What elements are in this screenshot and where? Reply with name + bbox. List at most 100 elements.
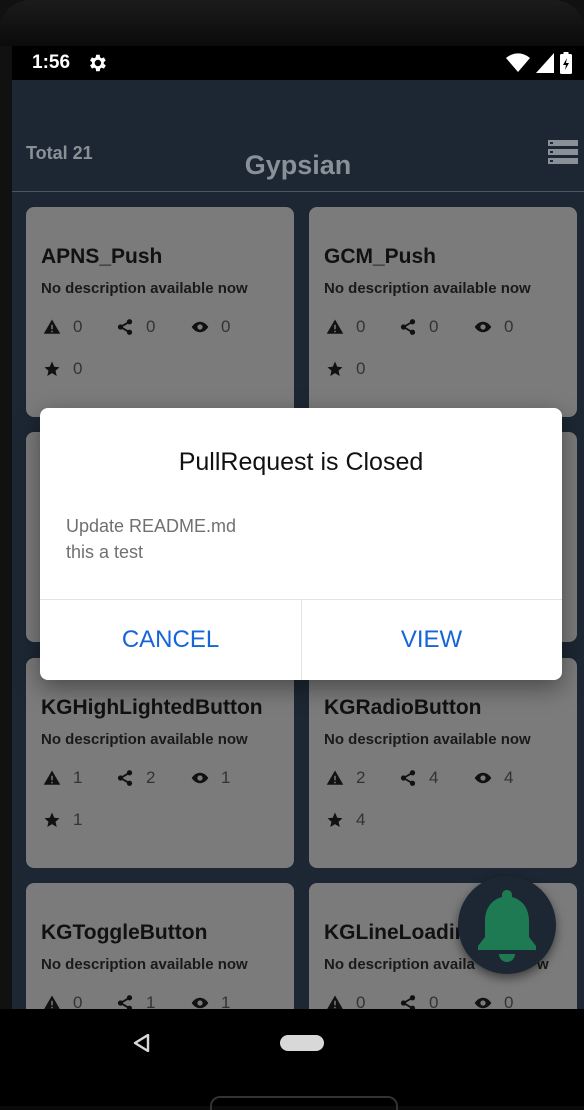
repo-name: APNS_Push — [41, 245, 163, 268]
share-icon — [400, 319, 416, 335]
repo-description: No description available now — [324, 731, 531, 748]
warning-icon — [327, 995, 343, 1009]
stars-stat: 1 — [43, 810, 82, 830]
page-title: Gypsian — [244, 150, 352, 180]
watchers-count: 0 — [221, 317, 231, 336]
eye-icon — [191, 997, 209, 1009]
system-nav-bar — [0, 1009, 584, 1106]
issues-stat: 1 — [43, 768, 82, 788]
pullrequest-dialog: PullRequest is Closed Update README.md t… — [40, 408, 562, 680]
forks-count: 1 — [146, 993, 156, 1009]
issues-count: 1 — [73, 768, 83, 787]
share-icon — [117, 319, 133, 335]
repo-description: No description available now — [41, 731, 248, 748]
dialog-message-line1: Update README.md — [66, 516, 237, 536]
forks-count: 0 — [146, 317, 156, 336]
forks-count: 0 — [429, 317, 439, 336]
issues-stat: 0 — [43, 993, 82, 1009]
watchers-stat: 1 — [191, 768, 230, 788]
eye-icon — [191, 321, 209, 333]
watchers-stat: 0 — [191, 317, 230, 337]
repo-name: KGHighLightedButton — [41, 696, 263, 719]
app-bar: Total 21 Gypsian — [12, 80, 584, 192]
repo-name: KGLineLoadin — [324, 921, 468, 944]
forks-stat: 4 — [399, 768, 438, 788]
repo-description: No description available now — [41, 956, 248, 973]
stars-stat: 0 — [43, 359, 82, 379]
status-bar: 1:56 — [12, 46, 584, 80]
stars-count: 4 — [356, 810, 366, 829]
issues-stat: 0 — [43, 317, 82, 337]
stars-count: 1 — [73, 810, 83, 829]
issues-count: 0 — [73, 993, 83, 1009]
watchers-stat: 1 — [191, 993, 230, 1009]
forks-stat: 0 — [116, 317, 155, 337]
forks-stat: 0 — [399, 317, 438, 337]
dialog-message-line2: this a test — [66, 542, 144, 562]
eye-icon — [474, 772, 492, 784]
repo-card[interactable]: GCM_Push No description available now 0 … — [309, 207, 577, 417]
repo-card[interactable]: KGRadioButton No description available n… — [309, 658, 577, 868]
issues-count: 2 — [356, 768, 366, 787]
list-view-icon[interactable] — [548, 140, 578, 164]
status-time: 1:56 — [32, 52, 71, 73]
battery-icon — [560, 52, 572, 74]
eye-icon — [191, 772, 209, 784]
watchers-count: 0 — [504, 317, 514, 336]
share-icon — [117, 770, 133, 786]
warning-icon — [326, 770, 344, 785]
repo-name: KGToggleButton — [41, 921, 208, 944]
issues-count: 0 — [356, 317, 366, 336]
forks-stat: 2 — [116, 768, 155, 788]
warning-icon — [326, 319, 344, 334]
eye-icon — [474, 321, 492, 333]
forks-stat: 0 — [399, 993, 438, 1009]
watchers-count: 1 — [221, 993, 231, 1009]
status-icons — [506, 52, 572, 74]
back-icon[interactable] — [133, 1034, 151, 1052]
notifications-fab[interactable] — [458, 876, 556, 974]
repo-card[interactable]: APNS_Push No description available now 0… — [26, 207, 294, 417]
repo-card[interactable]: KGToggleButton No description available … — [26, 883, 294, 1009]
issues-stat: 2 — [326, 768, 365, 788]
gear-icon — [90, 54, 106, 72]
forks-count: 2 — [146, 768, 156, 787]
eye-icon — [474, 997, 492, 1009]
star-icon — [327, 361, 343, 376]
view-button[interactable]: VIEW — [301, 600, 562, 680]
watchers-count: 4 — [504, 768, 514, 787]
watchers-count: 1 — [221, 768, 231, 787]
dialog-title: PullRequest is Closed — [178, 448, 424, 476]
stars-stat: 0 — [326, 359, 365, 379]
stars-stat: 4 — [326, 810, 365, 830]
repo-description: No description availa — [324, 956, 475, 973]
repo-card[interactable]: KGHighLightedButton No description avail… — [26, 658, 294, 868]
share-icon — [400, 770, 416, 786]
device-bottom-notch — [210, 1096, 398, 1110]
stars-count: 0 — [73, 359, 83, 378]
bell-icon — [478, 890, 536, 962]
wifi-icon — [506, 53, 530, 72]
warning-icon — [43, 319, 61, 334]
share-icon — [400, 995, 416, 1009]
cancel-button[interactable]: CANCEL — [40, 600, 301, 680]
issues-stat: 0 — [326, 317, 365, 337]
star-icon — [327, 812, 343, 827]
forks-count: 4 — [429, 768, 439, 787]
repo-name: KGRadioButton — [324, 696, 482, 719]
watchers-stat: 4 — [474, 768, 513, 788]
warning-icon — [44, 995, 60, 1009]
watchers-stat: 0 — [474, 317, 513, 337]
stars-count: 0 — [356, 359, 366, 378]
share-icon — [117, 995, 133, 1009]
repo-description: No description available now — [41, 280, 248, 297]
issues-count: 0 — [356, 993, 366, 1009]
signal-icon — [536, 53, 554, 73]
issues-stat: 0 — [326, 993, 365, 1009]
watchers-count: 0 — [504, 993, 514, 1009]
forks-stat: 1 — [116, 993, 155, 1009]
home-button[interactable] — [280, 1035, 324, 1051]
star-icon — [44, 812, 60, 827]
watchers-stat: 0 — [474, 993, 513, 1009]
device-top-bezel — [0, 0, 584, 46]
